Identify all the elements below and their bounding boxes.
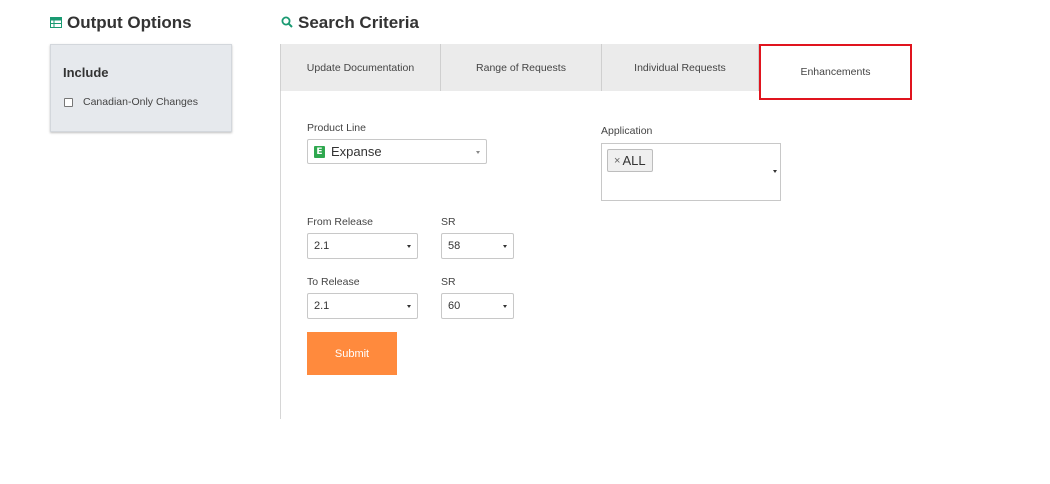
application-multiselect[interactable]: × ALL — [601, 143, 781, 201]
application-label: Application — [601, 125, 653, 137]
tab-enhancements[interactable]: Enhancements — [759, 44, 912, 100]
to-release-value: 2.1 — [314, 300, 330, 312]
search-tabs: Update Documentation Range of Requests I… — [280, 44, 912, 100]
search-icon — [281, 13, 293, 33]
chevron-down-icon — [407, 305, 411, 308]
product-line-label: Product Line — [307, 122, 366, 134]
table-icon — [50, 13, 62, 33]
product-line-select[interactable]: E Expanse — [307, 139, 487, 164]
from-release-value: 2.1 — [314, 240, 330, 252]
output-options-title: Output Options — [67, 13, 192, 32]
to-sr-select[interactable]: 60 — [441, 293, 514, 319]
include-panel: Include Canadian-Only Changes — [50, 44, 232, 132]
tab-range-of-requests[interactable]: Range of Requests — [441, 44, 602, 91]
to-sr-label: SR — [441, 276, 456, 288]
to-release-label: To Release — [307, 276, 360, 288]
submit-button[interactable]: Submit — [307, 332, 397, 375]
application-tag-label: ALL — [622, 153, 646, 168]
search-criteria-title: Search Criteria — [298, 13, 419, 32]
to-sr-value: 60 — [448, 300, 461, 312]
from-sr-select[interactable]: 58 — [441, 233, 514, 259]
chevron-down-icon — [773, 170, 777, 173]
tab-individual-requests[interactable]: Individual Requests — [602, 44, 759, 91]
chevron-down-icon — [476, 150, 480, 154]
chevron-down-icon — [503, 305, 507, 308]
canadian-only-checkbox[interactable] — [64, 97, 73, 107]
search-criteria-heading: Search Criteria — [281, 13, 419, 33]
chevron-down-icon — [503, 245, 507, 248]
remove-tag-icon[interactable]: × — [614, 155, 620, 167]
output-options-heading: Output Options — [50, 13, 192, 33]
from-sr-label: SR — [441, 216, 456, 228]
product-line-value: Expanse — [331, 144, 382, 159]
canadian-only-option[interactable]: Canadian-Only Changes — [64, 96, 198, 108]
from-release-label: From Release — [307, 216, 373, 228]
from-release-select[interactable]: 2.1 — [307, 233, 418, 259]
from-sr-value: 58 — [448, 240, 461, 252]
expanse-icon: E — [314, 145, 325, 158]
to-release-select[interactable]: 2.1 — [307, 293, 418, 319]
chevron-down-icon — [407, 245, 411, 248]
tab-update-documentation[interactable]: Update Documentation — [281, 44, 441, 91]
canadian-only-label: Canadian-Only Changes — [83, 96, 198, 108]
include-title: Include — [63, 65, 109, 80]
application-tag: × ALL — [607, 149, 653, 172]
content-divider — [280, 91, 281, 419]
